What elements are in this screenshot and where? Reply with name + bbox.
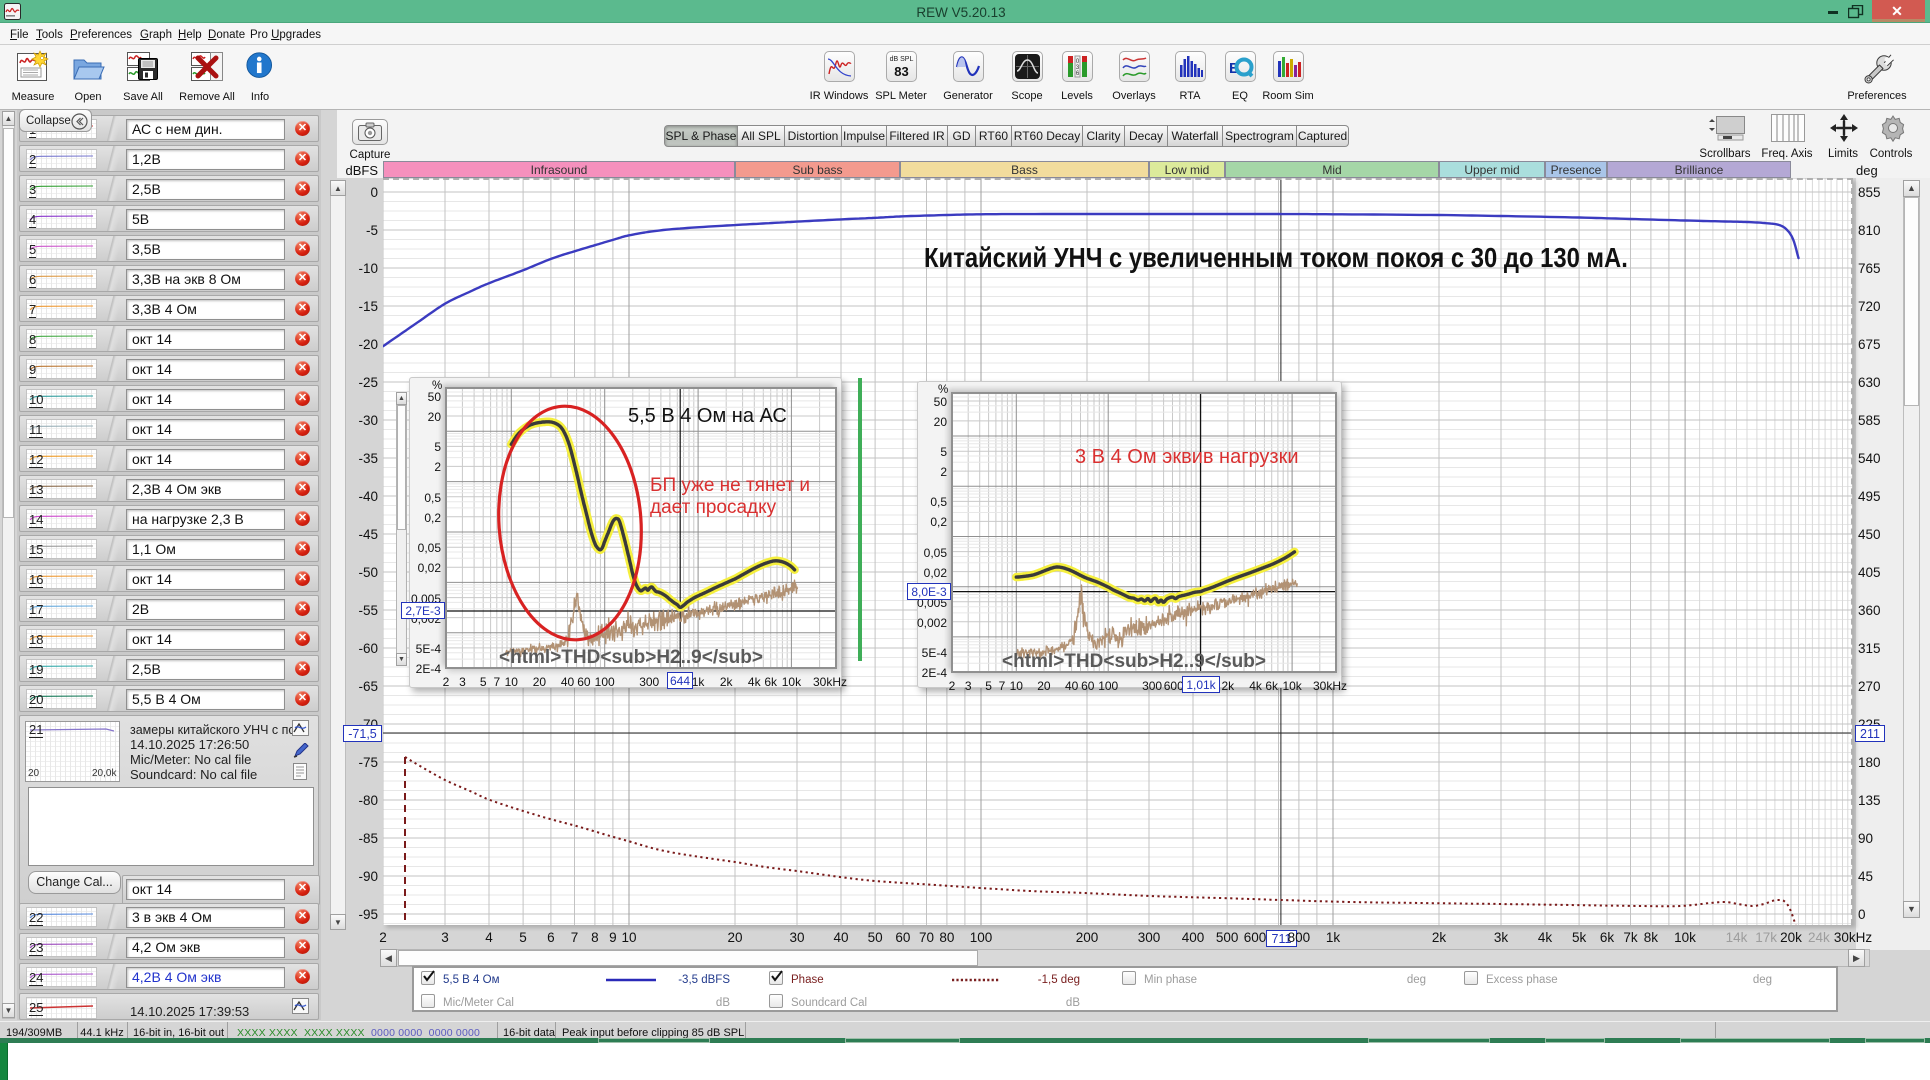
svg-text:83: 83 xyxy=(894,64,908,79)
svg-text:dB SPL: dB SPL xyxy=(890,56,914,63)
